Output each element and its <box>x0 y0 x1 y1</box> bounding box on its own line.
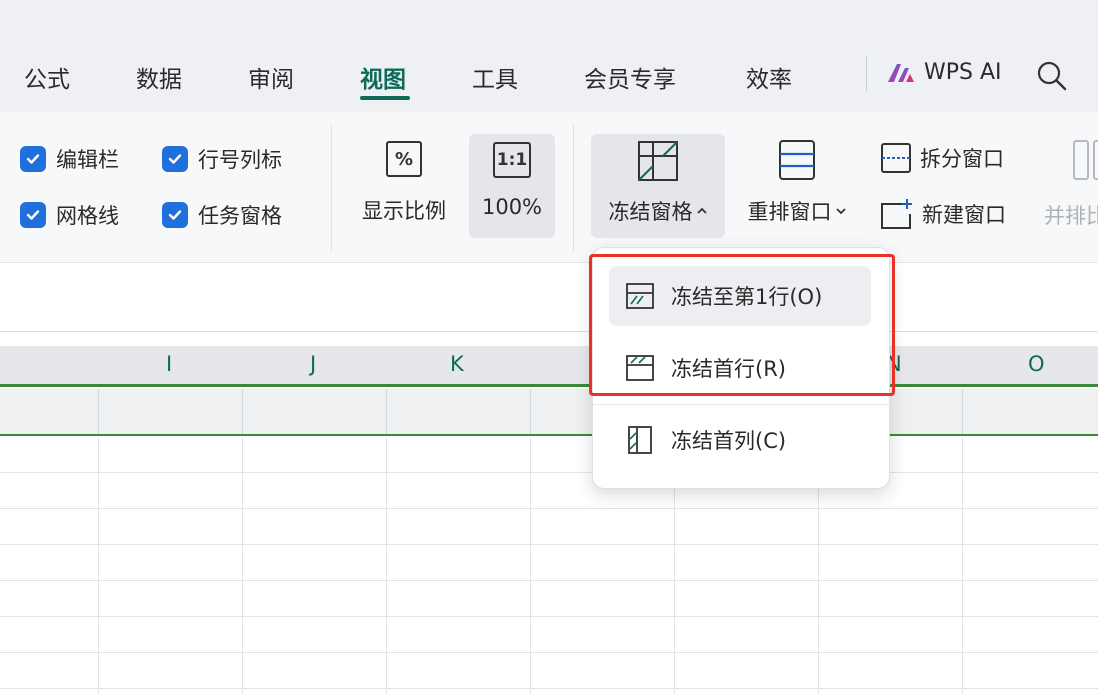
tab-view[interactable]: 视图 <box>360 60 406 94</box>
tab-review[interactable]: 审阅 <box>248 60 294 94</box>
tab-formula[interactable]: 公式 <box>24 60 70 94</box>
rearrange-windows-icon <box>779 140 815 180</box>
wps-ai-button[interactable]: WPS AI <box>886 60 1002 85</box>
freeze-dropdown-menu: 冻结至第1行(O) 冻结首行(R) 冻结首列(C) <box>592 247 890 489</box>
menu-item-label: 冻结首列(C) <box>671 429 787 453</box>
menu-item-label: 冻结首行(R) <box>671 357 786 381</box>
checkbox-label: 行号列标 <box>198 148 282 172</box>
split-window-icon <box>881 143 911 173</box>
checkbox-checked-icon <box>162 202 188 228</box>
side-by-side-label: 并排比 <box>1044 204 1098 228</box>
column-header[interactable]: K <box>450 352 464 376</box>
checkbox-checked-icon <box>20 146 46 172</box>
search-icon[interactable] <box>1036 60 1068 92</box>
checkbox-task-pane[interactable]: 任务窗格 <box>162 200 282 230</box>
freeze-panes-label: 冻结窗格 <box>608 200 693 224</box>
rearrange-windows-label: 重排窗口 <box>747 200 832 224</box>
checkbox-label: 编辑栏 <box>56 148 119 172</box>
tab-tools[interactable]: 工具 <box>472 60 518 94</box>
checkbox-checked-icon <box>20 202 46 228</box>
formula-bar[interactable] <box>0 263 1098 332</box>
active-tab-indicator <box>360 96 410 100</box>
checkbox-gridlines[interactable]: 网格线 <box>20 200 119 230</box>
menu-item-freeze-first-column[interactable]: 冻结首列(C) <box>609 410 871 470</box>
tab-data[interactable]: 数据 <box>136 60 182 94</box>
menu-bar: 公式 数据 审阅 视图 工具 会员专享 效率 WPS AI <box>0 0 1098 112</box>
ribbon-divider <box>331 124 332 252</box>
column-header[interactable]: O <box>1028 352 1045 376</box>
wps-ai-icon <box>888 63 914 82</box>
freeze-panes-button[interactable]: 冻结窗格 <box>591 134 725 238</box>
rearrange-windows-button[interactable]: 重排窗口 <box>735 134 859 238</box>
new-window-icon <box>881 199 912 229</box>
zoom-100-button[interactable]: 1:1 100% <box>469 134 555 238</box>
zoom-100-label: 100% <box>481 195 543 219</box>
checkbox-label: 网格线 <box>56 204 119 228</box>
menu-divider <box>593 404 889 405</box>
zoom-icon: % <box>386 141 422 177</box>
new-window-label: 新建窗口 <box>922 203 1006 227</box>
cell-grid[interactable] <box>0 438 1098 694</box>
menu-divider <box>866 56 867 92</box>
menu-item-freeze-first-row[interactable]: 冻结首行(R) <box>609 338 871 398</box>
freeze-first-column-icon <box>628 426 652 454</box>
split-window-label: 拆分窗口 <box>920 147 1004 171</box>
checkbox-formula-bar[interactable]: 编辑栏 <box>20 144 119 174</box>
freeze-to-row-icon <box>626 283 654 309</box>
new-window-button[interactable]: 新建窗口 <box>880 198 1006 230</box>
checkbox-checked-icon <box>162 146 188 172</box>
chevron-up-icon <box>696 207 707 214</box>
wps-ai-label: WPS AI <box>924 60 1002 85</box>
chevron-down-icon <box>835 208 846 215</box>
split-window-button[interactable]: 拆分窗口 <box>880 142 1004 174</box>
zoom-button[interactable]: % 显示比例 <box>352 136 456 236</box>
tab-member[interactable]: 会员专享 <box>584 60 676 94</box>
side-by-side-icon <box>1073 140 1098 180</box>
column-header[interactable]: I <box>166 352 172 376</box>
column-header[interactable]: J <box>310 352 316 376</box>
ribbon-divider <box>573 124 574 252</box>
freeze-panes-icon <box>638 141 678 181</box>
ratio-icon: 1:1 <box>493 142 531 178</box>
side-by-side-button[interactable]: 并排比 <box>1044 136 1098 236</box>
column-header-row <box>0 346 1098 386</box>
freeze-first-row-icon <box>626 355 654 381</box>
menu-item-label: 冻结至第1行(O) <box>671 285 823 309</box>
tab-efficiency[interactable]: 效率 <box>746 60 792 94</box>
menu-item-freeze-to-row-1[interactable]: 冻结至第1行(O) <box>609 266 871 326</box>
frozen-row[interactable] <box>0 389 1098 435</box>
checkbox-label: 任务窗格 <box>198 204 282 228</box>
zoom-label: 显示比例 <box>362 199 446 223</box>
checkbox-row-col-headers[interactable]: 行号列标 <box>162 144 282 174</box>
freeze-line <box>0 434 1098 436</box>
freeze-line <box>0 384 1098 387</box>
